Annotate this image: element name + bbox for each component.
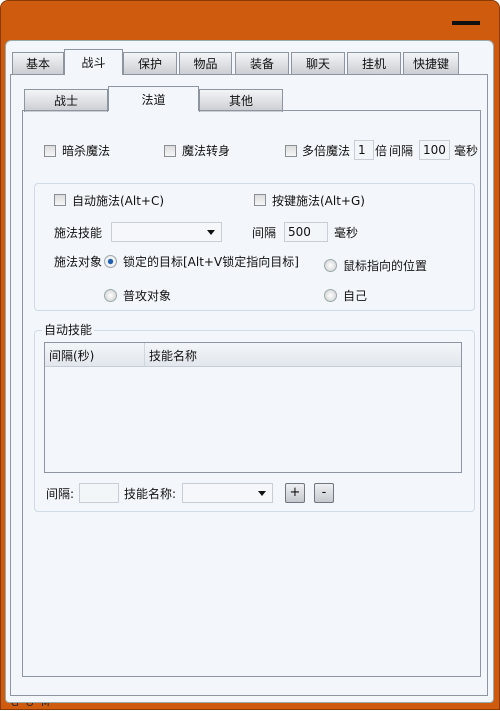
target-attack-label: 普攻对象	[123, 289, 172, 303]
auto-cast-label: 自动施法(Alt+C)	[72, 194, 165, 208]
subtab-warrior[interactable]: 战士	[24, 89, 108, 112]
target-self-radio[interactable]	[324, 289, 337, 302]
interval-input[interactable]: 100	[419, 140, 450, 160]
key-cast-label: 按键施法(Alt+G)	[272, 194, 365, 208]
skill-interval-input[interactable]	[79, 483, 119, 503]
chevron-down-icon	[207, 230, 215, 235]
tab-combat[interactable]: 战斗	[64, 49, 123, 75]
column-divider	[144, 343, 145, 367]
auto-skills-list[interactable]: 间隔(秒) 技能名称	[44, 342, 462, 473]
column-skill-name[interactable]: 技能名称	[149, 349, 197, 363]
tab-chat[interactable]: 聊天	[291, 52, 345, 75]
target-self-label: 自己	[343, 289, 368, 303]
tab-equipment[interactable]: 装备	[235, 52, 289, 75]
cast-target-label: 施法对象	[54, 255, 103, 269]
target-mouse-label: 鼠标指向的位置	[343, 259, 428, 273]
magic-transform-checkbox[interactable]	[164, 145, 176, 157]
add-skill-button[interactable]: +	[285, 483, 305, 503]
ms-label: 毫秒	[454, 144, 479, 158]
tab-hotkeys[interactable]: 快捷键	[403, 52, 459, 75]
target-locked-label: 锁定的目标[Alt+V锁定指向目标]	[123, 255, 299, 269]
subtab-mage[interactable]: 法道	[108, 86, 199, 111]
assassin-magic-checkbox[interactable]	[44, 145, 56, 157]
multiplier-input[interactable]: 1	[354, 140, 374, 160]
interval-label: 间隔	[389, 144, 414, 158]
multiplier-unit: 倍	[375, 144, 388, 158]
skill-name-label: 技能名称:	[124, 487, 177, 501]
list-header: 间隔(秒) 技能名称	[45, 343, 461, 367]
tab-items[interactable]: 物品	[179, 52, 232, 75]
multi-magic-label: 多倍魔法	[302, 144, 351, 158]
column-interval[interactable]: 间隔(秒)	[49, 349, 94, 363]
skill-name-dropdown[interactable]	[182, 483, 273, 503]
subtab-other[interactable]: 其他	[199, 89, 283, 112]
tab-idle[interactable]: 挂机	[347, 52, 401, 75]
cast-skill-dropdown[interactable]	[111, 222, 222, 242]
remove-skill-button[interactable]: -	[314, 483, 334, 503]
target-mouse-radio[interactable]	[324, 259, 337, 272]
tab-protect[interactable]: 保护	[123, 52, 177, 75]
cast-interval-input[interactable]: 500	[284, 222, 328, 242]
key-cast-checkbox[interactable]	[254, 194, 266, 206]
auto-cast-checkbox[interactable]	[54, 194, 66, 206]
target-attack-radio[interactable]	[104, 289, 117, 302]
cast-interval-label: 间隔	[252, 226, 277, 240]
magic-transform-label: 魔法转身	[182, 144, 231, 158]
chevron-down-icon	[258, 491, 266, 496]
multi-magic-checkbox[interactable]	[285, 145, 297, 157]
target-locked-radio[interactable]	[104, 255, 117, 268]
cast-skill-label: 施法技能	[54, 226, 103, 240]
cast-ms-label: 毫秒	[334, 226, 359, 240]
auto-skills-legend: 自动技能	[42, 323, 95, 337]
assassin-magic-label: 暗杀魔法	[62, 144, 111, 158]
tab-basic[interactable]: 基本	[12, 52, 64, 75]
skill-interval-label: 间隔:	[46, 487, 75, 501]
minimize-button[interactable]	[452, 21, 480, 25]
